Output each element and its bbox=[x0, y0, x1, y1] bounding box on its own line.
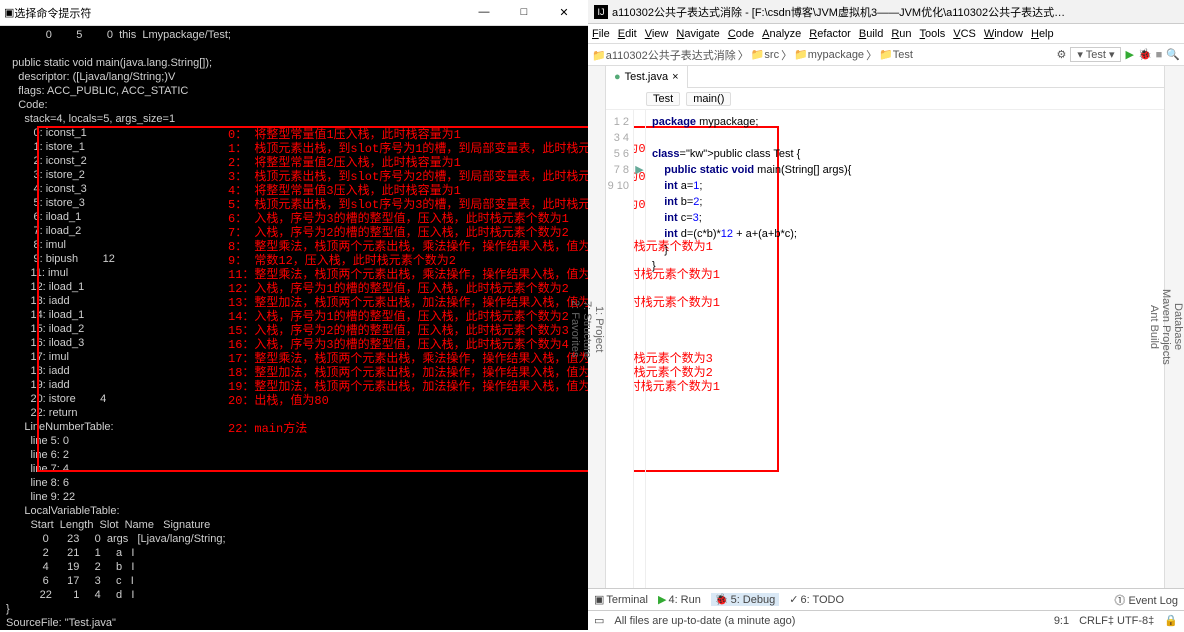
menu-edit[interactable]: Edit bbox=[618, 28, 637, 40]
menu-help[interactable]: Help bbox=[1031, 28, 1054, 40]
crumb-3[interactable]: 📁Test bbox=[879, 48, 913, 61]
line-gutter: 1 2 3 4 5 6 7 8 9 10 bbox=[606, 110, 634, 588]
cmd-window: ▣ 选择命令提示符 — □ ✕ 0 5 0 this Lmypackage/Te… bbox=[0, 0, 588, 630]
sync-icon[interactable]: ▭ bbox=[594, 614, 604, 627]
editor-tabs: ● Test.java × bbox=[606, 66, 1184, 88]
left-tool-strip[interactable]: 1: Project7: Structure2: Favorites bbox=[588, 66, 606, 588]
menu-navigate[interactable]: Navigate bbox=[676, 28, 719, 40]
menu-build[interactable]: Build bbox=[859, 28, 883, 40]
menu-view[interactable]: View bbox=[645, 28, 669, 40]
subtab-class[interactable]: Test bbox=[646, 92, 680, 106]
close-button[interactable]: ✕ bbox=[544, 6, 584, 19]
ide-title-text: a110302公共子表达式消除 - [F:\csdn博客\JVM虚拟机3——JV… bbox=[612, 4, 1065, 20]
menu-code[interactable]: Code bbox=[728, 28, 754, 40]
crumb-2[interactable]: 📁mypackage bbox=[794, 48, 864, 61]
tool-ant build[interactable]: Ant Build bbox=[1148, 66, 1160, 588]
debug-tab[interactable]: 🐞 5: Debug bbox=[711, 593, 779, 606]
todo-tab[interactable]: ✓ 6: TODO bbox=[789, 593, 844, 606]
tool-1- project[interactable]: 1: Project bbox=[593, 70, 605, 588]
cmd-icon: ▣ bbox=[4, 6, 14, 19]
menu-run[interactable]: Run bbox=[891, 28, 911, 40]
breadcrumbs[interactable]: 📁a110302公共子表达式消除 〉📁src 〉📁mypackage 〉📁Tes… bbox=[592, 47, 913, 63]
menu-window[interactable]: Window bbox=[984, 28, 1023, 40]
line-ending: CRLF‡ UTF-8‡ bbox=[1079, 615, 1154, 627]
tool-2- favorite-[interactable]: 2: Favorites bbox=[569, 70, 581, 588]
tool-maven projects[interactable]: Maven Projects bbox=[1160, 66, 1172, 588]
event-log-button[interactable]: ⓵ Event Log bbox=[1114, 592, 1178, 608]
tab-test-java[interactable]: ● Test.java × bbox=[606, 66, 688, 88]
breadcrumb-tabs: Test main() bbox=[606, 88, 1184, 110]
ide-window: IJ a110302公共子表达式消除 - [F:\csdn博客\JVM虚拟机3—… bbox=[588, 0, 1184, 630]
menu-refactor[interactable]: Refactor bbox=[809, 28, 851, 40]
status-message: All files are up-to-date (a minute ago) bbox=[614, 615, 795, 627]
menubar: File Edit View Navigate Code Analyze Refactor B… bbox=[588, 24, 1184, 44]
menu-tools[interactable]: Tools bbox=[920, 28, 946, 40]
run-button[interactable]: ▶ bbox=[1125, 48, 1133, 61]
code-editor[interactable]: 1 2 3 4 5 6 7 8 9 10 ▶ package mypackage… bbox=[606, 110, 1184, 588]
ide-icon: IJ bbox=[594, 5, 608, 19]
run-tab[interactable]: ▶ 4: Run bbox=[658, 593, 701, 606]
caret-position: 9:1 bbox=[1054, 615, 1069, 627]
menu-analyze[interactable]: Analyze bbox=[762, 28, 801, 40]
stop-button[interactable]: ■ bbox=[1156, 49, 1163, 61]
cmd-title: 选择命令提示符 bbox=[14, 5, 91, 21]
code-area[interactable]: package mypackage; class="kw">public cla… bbox=[646, 110, 857, 588]
gutter-glyphs: ▶ bbox=[634, 110, 646, 588]
class-icon: ● bbox=[614, 71, 621, 83]
cmd-titlebar: ▣ 选择命令提示符 — □ ✕ bbox=[0, 0, 588, 26]
maximize-button[interactable]: □ bbox=[504, 6, 544, 19]
tool-database[interactable]: Database bbox=[1172, 66, 1184, 588]
right-tool-strip[interactable]: DatabaseMaven ProjectsAnt Build bbox=[1164, 66, 1184, 588]
ide-titlebar: IJ a110302公共子表达式消除 - [F:\csdn博客\JVM虚拟机3—… bbox=[588, 0, 1184, 24]
crumb-0[interactable]: 📁a110302公共子表达式消除 bbox=[592, 47, 736, 63]
status-bar: ▭ All files are up-to-date (a minute ago… bbox=[588, 610, 1184, 630]
minimize-button[interactable]: — bbox=[464, 6, 504, 19]
subtab-method[interactable]: main() bbox=[686, 92, 731, 106]
terminal-tab[interactable]: ▣ Terminal bbox=[594, 593, 648, 606]
run-config-dropdown[interactable]: ▾ Test ▾ bbox=[1070, 47, 1121, 62]
bottom-toolbar: ▣ Terminal ▶ 4: Run 🐞 5: Debug ✓ 6: TODO… bbox=[588, 588, 1184, 610]
nav-toolbar: 📁a110302公共子表达式消除 〉📁src 〉📁mypackage 〉📁Tes… bbox=[588, 44, 1184, 66]
lock-icon: 🔒 bbox=[1164, 614, 1178, 627]
crumb-1[interactable]: 📁src bbox=[751, 48, 779, 61]
menu-file[interactable]: File bbox=[592, 28, 610, 40]
tool-7- structure[interactable]: 7: Structure bbox=[581, 70, 593, 588]
build-icon[interactable]: ⚙ bbox=[1056, 48, 1066, 61]
debug-button[interactable]: 🐞 bbox=[1138, 48, 1152, 61]
close-tab-icon[interactable]: × bbox=[672, 71, 678, 83]
menu-vcs[interactable]: VCS bbox=[953, 28, 976, 40]
search-icon[interactable]: 🔍 bbox=[1166, 48, 1180, 61]
